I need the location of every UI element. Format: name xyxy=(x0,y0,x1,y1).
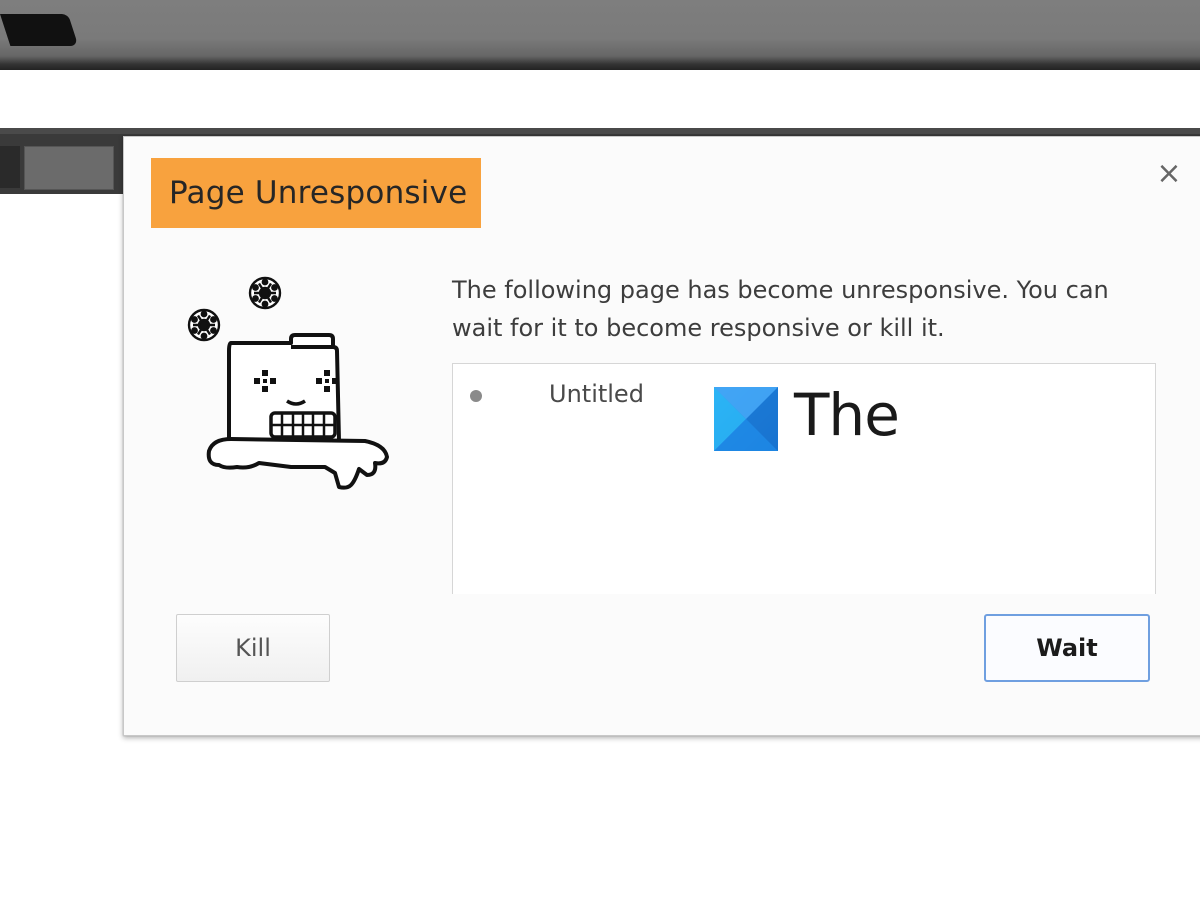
browser-tab[interactable] xyxy=(0,14,79,46)
kill-button[interactable]: Kill xyxy=(176,614,330,682)
windows-logo-icon xyxy=(714,387,778,451)
dialog-message: The following page has become unresponsi… xyxy=(452,276,1109,342)
wait-button[interactable]: Wait xyxy=(984,614,1150,682)
browser-tab-strip xyxy=(0,0,1200,70)
frozen-page-icon xyxy=(187,276,389,490)
screenshot-stage: Page Unresponsive × The following page h… xyxy=(0,0,1200,900)
toolbar-edge xyxy=(0,128,1200,134)
snowflake-icon xyxy=(248,276,282,310)
toolbar-left-edge xyxy=(0,146,20,188)
watermark-text: The xyxy=(794,381,900,449)
page-title-label: Untitled xyxy=(549,380,644,408)
close-icon[interactable]: × xyxy=(1154,159,1184,189)
watermark: The xyxy=(714,381,1200,451)
toolbar-button[interactable] xyxy=(24,146,114,190)
dialog-title-badge: Page Unresponsive xyxy=(151,158,481,228)
page-unresponsive-dialog: Page Unresponsive × The following page h… xyxy=(123,136,1200,736)
bullet-icon xyxy=(470,390,482,402)
snowflake-icon xyxy=(187,308,221,342)
dialog-title: Page Unresponsive xyxy=(169,175,468,211)
